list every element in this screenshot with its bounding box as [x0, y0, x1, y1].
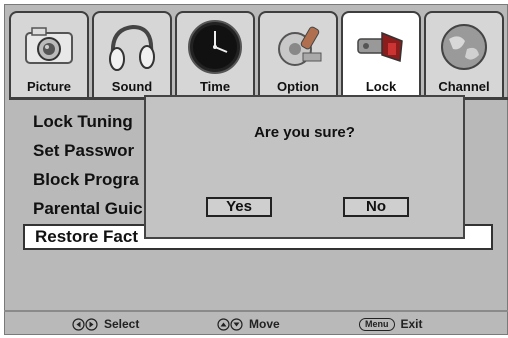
- lock-icon: [357, 31, 403, 63]
- select-hint: Select: [72, 317, 139, 331]
- select-label: Select: [104, 317, 140, 331]
- dialog-question: Are you sure?: [254, 124, 355, 141]
- exit-hint: Menu Exit: [359, 317, 423, 332]
- tab-channel[interactable]: Channel: [424, 11, 504, 97]
- clock-icon: [188, 20, 242, 74]
- move-label: Move: [249, 317, 280, 331]
- tab-label: Option: [277, 79, 319, 94]
- tab-label: Channel: [438, 79, 490, 94]
- tab-label: Time: [199, 79, 231, 94]
- gear-icon: [278, 26, 322, 66]
- tab-label: Lock: [365, 79, 397, 94]
- footer-divider: [4, 310, 508, 312]
- left-right-arrows-icon: [72, 318, 98, 331]
- tab-sound[interactable]: Sound: [92, 11, 172, 97]
- menu-tabs: Picture Sound Time Option Lock Channel: [9, 11, 508, 100]
- tab-option[interactable]: Option: [258, 11, 338, 97]
- headphones-icon: [109, 24, 155, 71]
- tab-time[interactable]: Time: [175, 11, 255, 97]
- up-down-arrows-icon: [217, 318, 243, 331]
- move-hint: Move: [217, 317, 280, 331]
- camera-icon: [25, 27, 73, 64]
- menu-key-icon: Menu: [359, 318, 395, 332]
- globe-icon: [441, 24, 487, 70]
- yes-button[interactable]: Yes: [206, 197, 272, 217]
- confirm-dialog: Are you sure? Yes No: [144, 95, 465, 239]
- tab-label: Picture: [26, 79, 72, 94]
- tab-lock[interactable]: Lock: [341, 11, 421, 97]
- tab-picture[interactable]: Picture: [9, 11, 89, 97]
- no-button[interactable]: No: [343, 197, 409, 217]
- tab-label: Sound: [111, 79, 153, 94]
- exit-label: Exit: [400, 317, 423, 331]
- footer-hints: Select Move Menu Exit: [4, 310, 508, 335]
